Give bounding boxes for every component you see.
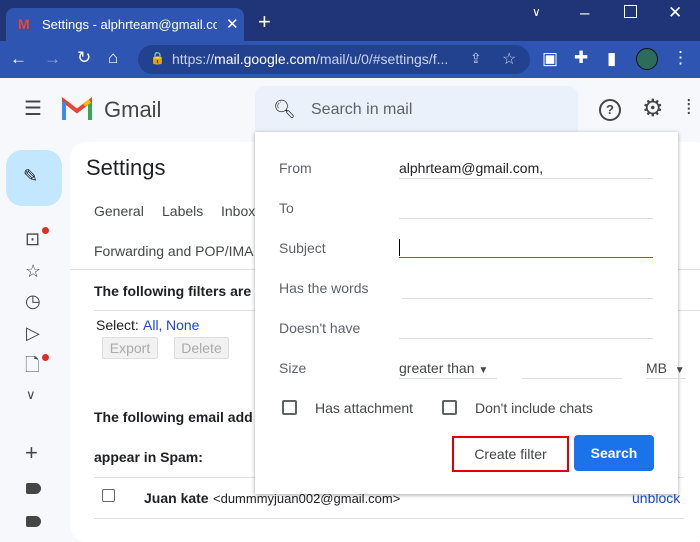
search-input[interactable]: Search in mail (311, 101, 412, 119)
dropdown-arrow-icon: ▼ (674, 365, 685, 376)
has-attachment-label[interactable]: Has attachment (315, 400, 413, 416)
starred-icon[interactable]: ☆ (25, 262, 41, 280)
tab-title: Settings - alphrteam@gmail.com (42, 17, 217, 32)
dont-include-chats-label[interactable]: Don't include chats (475, 400, 593, 416)
size-unit-underline (646, 378, 686, 379)
subject-label: Subject (279, 240, 326, 256)
blocked-heading: The following email add (94, 409, 253, 425)
blocked-heading-2: appear in Spam: (94, 449, 203, 465)
search-bar[interactable]: 🔍︎ Search in mail (255, 86, 578, 134)
lock-icon: 🔒 (150, 51, 165, 65)
maximize-icon[interactable] (624, 5, 637, 18)
select-label: Select: (96, 317, 139, 333)
url-host: mail.google.com (214, 51, 316, 67)
blocked-row-checkbox[interactable] (102, 489, 115, 502)
inbox-badge (42, 227, 49, 234)
search-options-popup: From alphrteam@gmail.com, To Subject Has… (255, 132, 686, 494)
gmail-favicon: M (18, 16, 30, 32)
tab-labels[interactable]: Labels (162, 203, 203, 219)
more-chevron-icon[interactable]: ∨ (26, 388, 36, 401)
browser-tab[interactable]: M Settings - alphrteam@gmail.com ✕ (6, 8, 244, 41)
size-operator-underline (399, 378, 497, 379)
minimize-icon[interactable]: – (580, 4, 589, 21)
dropdown-arrow-icon: ▼ (478, 365, 489, 376)
size-operator-select[interactable]: greater than ▼ (399, 360, 488, 376)
gmail-logo (62, 96, 92, 120)
to-label: To (279, 200, 294, 216)
tab-forwarding[interactable]: Forwarding and POP/IMA (94, 243, 254, 259)
to-underline (399, 218, 653, 219)
create-label-icon[interactable]: + (25, 442, 38, 464)
puzzle-extensions-icon[interactable]: ✚ (574, 49, 588, 66)
export-button[interactable]: Export (102, 337, 158, 359)
blocked-name: Juan kate (144, 490, 209, 506)
search-button[interactable]: Search (574, 435, 654, 471)
size-operator-value: greater than (399, 360, 475, 376)
words-underline (402, 298, 653, 299)
size-unit-value: MB (646, 360, 667, 376)
compose-button[interactable]: ✎ (6, 150, 62, 206)
gmail-brand: Gmail (104, 97, 162, 122)
select-none-link[interactable]: None (166, 317, 199, 333)
tab-search-icon[interactable]: ∨ (532, 6, 541, 18)
url: https://mail.google.com/mail/u/0/#settin… (172, 51, 448, 67)
close-window-icon[interactable]: ✕ (668, 4, 682, 21)
label-icon[interactable] (26, 483, 41, 494)
sent-icon[interactable]: ▷ (26, 324, 40, 342)
address-bar[interactable]: 🔒 https://mail.google.com/mail/u/0/#sett… (138, 45, 530, 74)
share-icon[interactable]: ⇪ (470, 50, 482, 67)
back-icon[interactable]: ← (10, 50, 27, 67)
settings-gear-icon[interactable]: ⚙ (642, 97, 664, 121)
forward-icon[interactable]: → (44, 50, 61, 67)
side-panel-icon[interactable]: ▮ (607, 50, 616, 67)
doesnt-have-label: Doesn't have (279, 320, 361, 336)
reload-icon[interactable]: ↻ (77, 49, 91, 66)
page-title: Settings (86, 155, 166, 180)
create-filter-button[interactable]: Create filter (452, 436, 569, 472)
apps-grid-icon[interactable]: ⁞ (686, 98, 692, 118)
url-prefix: https:// (172, 51, 215, 67)
size-label: Size (279, 360, 307, 376)
dont-include-chats-checkbox[interactable] (442, 400, 457, 415)
divider (94, 518, 684, 519)
select-all-link[interactable]: All, (143, 317, 162, 333)
doesnt-have-underline (399, 338, 653, 339)
bookmark-star-icon[interactable]: ☆ (502, 49, 516, 69)
tab-inbox[interactable]: Inbox (221, 203, 255, 219)
from-label: From (279, 160, 312, 176)
from-underline (399, 178, 653, 179)
size-unit-select[interactable]: MB ▼ (646, 360, 685, 376)
has-attachment-checkbox[interactable] (282, 400, 297, 415)
extension-icon[interactable]: ▣ (542, 50, 558, 67)
tab-general[interactable]: General (94, 203, 144, 219)
drafts-icon[interactable]: 🗋 (25, 356, 39, 374)
words-label: Has the words (279, 280, 369, 296)
home-icon[interactable]: ⌂ (108, 49, 118, 66)
snoozed-clock-icon[interactable]: ◷ (25, 292, 41, 310)
profile-avatar[interactable] (636, 48, 658, 70)
delete-button[interactable]: Delete (174, 337, 229, 359)
subject-underline (399, 257, 653, 258)
main-menu-icon[interactable]: ☰ (24, 99, 42, 119)
search-icon[interactable]: 🔍︎ (273, 99, 296, 120)
drafts-badge (42, 354, 49, 361)
inbox-icon[interactable]: ⊡ (25, 230, 40, 248)
menu-kebab-icon[interactable]: ⋮ (672, 49, 689, 66)
url-path: /mail/u/0/#settings/f... (315, 51, 449, 67)
pencil-icon: ✎ (23, 166, 39, 186)
label-icon[interactable] (26, 516, 41, 527)
size-input-underline (522, 378, 622, 379)
from-input[interactable]: alphrteam@gmail.com, (399, 160, 543, 176)
filters-heading: The following filters are (94, 283, 252, 299)
new-tab-button[interactable]: + (258, 11, 271, 33)
help-icon[interactable]: ? (599, 99, 621, 121)
close-tab-icon[interactable]: ✕ (226, 15, 239, 33)
text-cursor (399, 239, 400, 256)
